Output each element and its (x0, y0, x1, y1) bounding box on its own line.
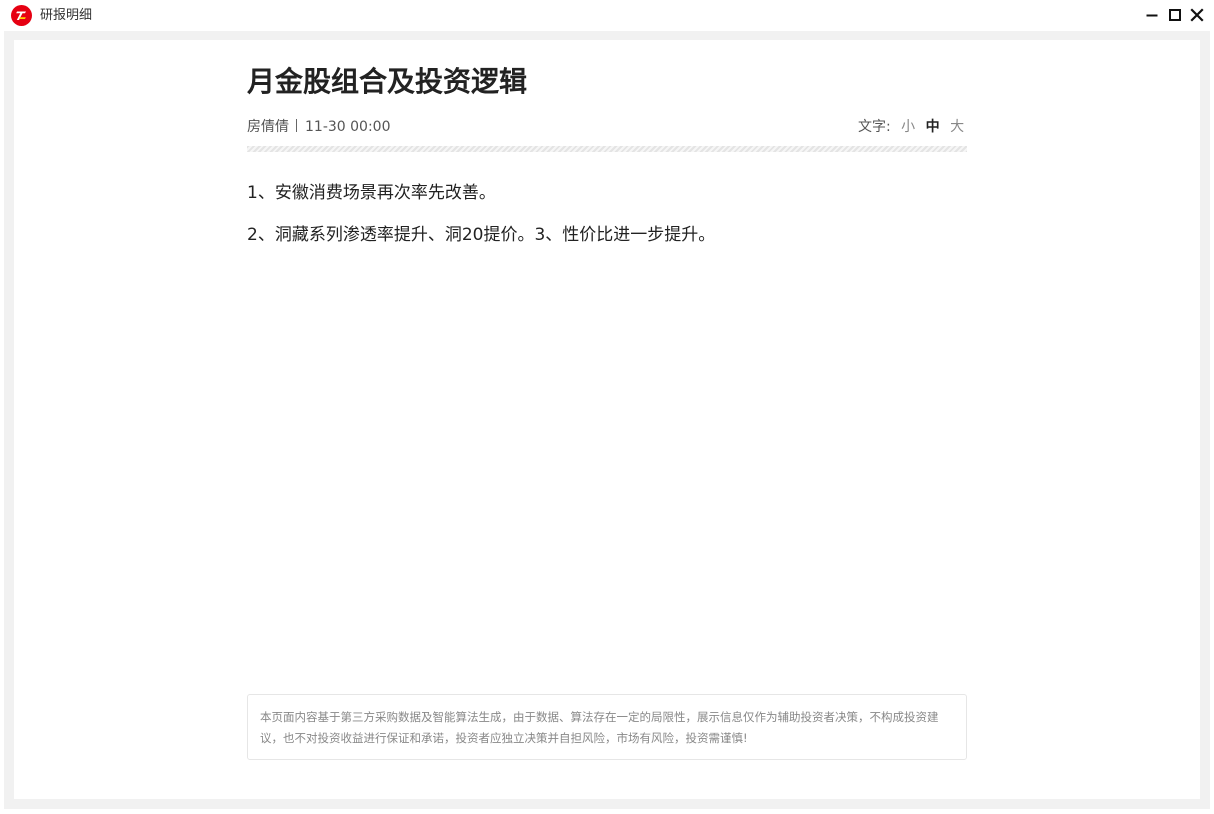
disclaimer-text: 本页面内容基于第三方采购数据及智能算法生成，由于数据、算法存在一定的局限性，展示… (260, 710, 939, 745)
header-divider (247, 146, 967, 152)
report-detail-window: 研报明细 月金股组合及投资逻辑 房倩倩 11-30 00:00 文字: 小 中 大… (0, 0, 1214, 814)
meta-separator (296, 119, 297, 132)
minimize-button[interactable] (1143, 6, 1161, 24)
maximize-icon (1169, 9, 1181, 21)
app-logo-icon (11, 5, 32, 26)
content-panel (14, 40, 1200, 799)
article-author: 房倩倩 (247, 119, 289, 135)
article-time: 11-30 00:00 (305, 119, 391, 135)
minimize-icon (1146, 14, 1158, 17)
font-size-large-option[interactable]: 大 (950, 117, 964, 137)
disclaimer-box: 本页面内容基于第三方采购数据及智能算法生成，由于数据、算法存在一定的局限性，展示… (247, 694, 967, 760)
article-meta: 房倩倩 11-30 00:00 (247, 117, 390, 137)
maximize-button[interactable] (1166, 6, 1184, 24)
font-size-medium-option[interactable]: 中 (926, 117, 940, 137)
font-size-switch: 文字: 小 中 大 (858, 117, 964, 137)
font-size-small-option[interactable]: 小 (901, 117, 915, 137)
close-icon (1190, 8, 1204, 22)
close-button[interactable] (1188, 6, 1206, 24)
font-size-label: 文字: (858, 119, 891, 135)
title-bar[interactable]: 研报明细 (0, 0, 1214, 31)
window-title: 研报明细 (40, 8, 93, 23)
article-paragraph: 2、洞藏系列渗透率提升、洞20提价。3、性价比进一步提升。 (247, 225, 716, 245)
article-paragraph: 1、安徽消费场景再次率先改善。 (247, 183, 496, 203)
article-title: 月金股组合及投资逻辑 (247, 65, 528, 98)
